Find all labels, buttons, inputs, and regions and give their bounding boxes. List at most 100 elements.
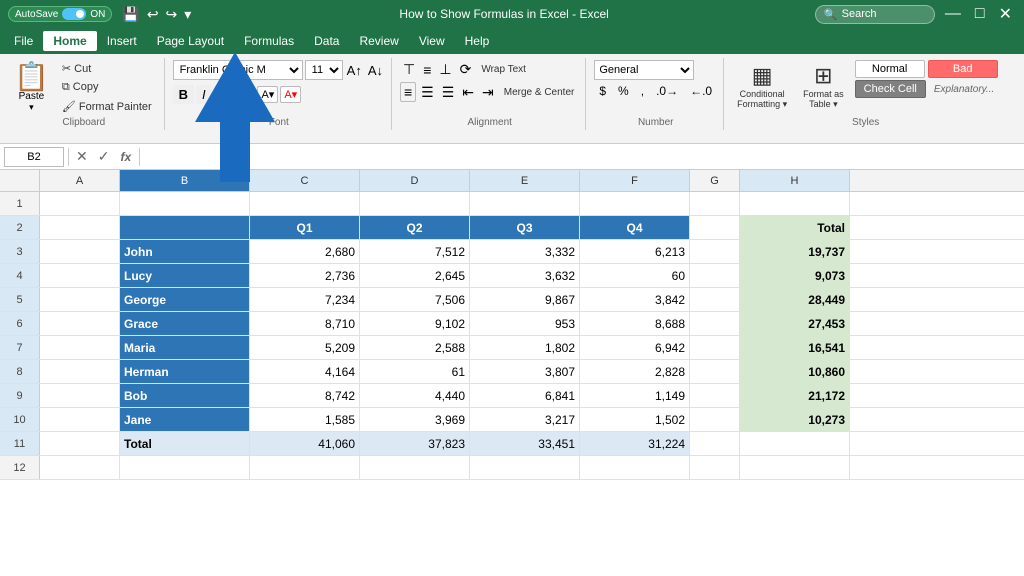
cell-b6[interactable]: Grace xyxy=(120,312,250,335)
cell-c7[interactable]: 5,209 xyxy=(250,336,360,359)
cell-f1[interactable] xyxy=(580,192,690,215)
cell-b3[interactable]: John xyxy=(120,240,250,263)
save-icon[interactable]: 💾 xyxy=(120,6,141,23)
font-size-select[interactable]: 11 xyxy=(305,60,343,80)
cell-a3[interactable] xyxy=(40,240,120,263)
autosave-toggle-switch[interactable] xyxy=(62,8,86,20)
col-header-f[interactable]: F xyxy=(580,170,690,191)
copy-button[interactable]: ⧉ Copy xyxy=(56,79,158,96)
formula-cancel-button[interactable]: ✕ xyxy=(73,148,91,165)
cell-g1[interactable] xyxy=(690,192,740,215)
menu-help[interactable]: Help xyxy=(455,31,500,51)
cell-e3[interactable]: 3,332 xyxy=(470,240,580,263)
cell-h9[interactable]: 21,172 xyxy=(740,384,850,407)
insert-function-button[interactable]: fx xyxy=(116,150,135,164)
cell-g9[interactable] xyxy=(690,384,740,407)
cell-a7[interactable] xyxy=(40,336,120,359)
cell-b10[interactable]: Jane xyxy=(120,408,250,431)
cell-d10[interactable]: 3,969 xyxy=(360,408,470,431)
paste-button[interactable]: 📋 Paste ▾ xyxy=(10,61,53,115)
cell-f11[interactable]: 31,224 xyxy=(580,432,690,455)
cell-e9[interactable]: 6,841 xyxy=(470,384,580,407)
cell-e12[interactable] xyxy=(470,456,580,479)
cell-d2[interactable]: Q2 xyxy=(360,216,470,239)
cell-c10[interactable]: 1,585 xyxy=(250,408,360,431)
col-header-b[interactable]: B xyxy=(120,170,250,191)
close-button[interactable]: ✕ xyxy=(995,4,1016,24)
cell-f12[interactable] xyxy=(580,456,690,479)
menu-formulas[interactable]: Formulas xyxy=(234,31,304,51)
format-painter-button[interactable]: 🖌 Format Painter xyxy=(56,98,158,115)
cell-b11[interactable]: Total xyxy=(120,432,250,455)
search-box[interactable]: 🔍 Search xyxy=(815,5,935,24)
align-middle-icon[interactable]: ≡ xyxy=(420,61,434,79)
cell-g11[interactable] xyxy=(690,432,740,455)
cell-c2[interactable]: Q1 xyxy=(250,216,360,239)
cell-a5[interactable] xyxy=(40,288,120,311)
cell-b8[interactable]: Herman xyxy=(120,360,250,383)
autosave-toggle[interactable]: AutoSave ON xyxy=(8,6,112,22)
font-name-select[interactable]: Franklin Gothic M xyxy=(173,60,303,80)
col-header-h[interactable]: H xyxy=(740,170,850,191)
cell-h1[interactable] xyxy=(740,192,850,215)
normal-style-button[interactable]: Normal xyxy=(855,60,925,78)
cell-c11[interactable]: 41,060 xyxy=(250,432,360,455)
cell-a10[interactable] xyxy=(40,408,120,431)
cell-b5[interactable]: George xyxy=(120,288,250,311)
cell-e2[interactable]: Q3 xyxy=(470,216,580,239)
cell-d4[interactable]: 2,645 xyxy=(360,264,470,287)
bold-button[interactable]: B xyxy=(173,85,194,104)
menu-view[interactable]: View xyxy=(409,31,455,51)
percent-button[interactable]: % xyxy=(613,82,634,100)
dropdown-icon[interactable]: ▾ xyxy=(182,6,193,23)
cell-e5[interactable]: 9,867 xyxy=(470,288,580,311)
format-as-table-button[interactable]: ⊞ Format asTable ▾ xyxy=(798,60,849,113)
cell-f5[interactable]: 3,842 xyxy=(580,288,690,311)
cell-reference-input[interactable] xyxy=(4,147,64,167)
cell-g12[interactable] xyxy=(690,456,740,479)
cell-c4[interactable]: 2,736 xyxy=(250,264,360,287)
cell-g7[interactable] xyxy=(690,336,740,359)
cell-a4[interactable] xyxy=(40,264,120,287)
font-size-increase-icon[interactable]: A↑ xyxy=(345,63,364,78)
cell-a6[interactable] xyxy=(40,312,120,335)
dollar-button[interactable]: $ xyxy=(594,82,611,100)
cell-g2[interactable] xyxy=(690,216,740,239)
cell-f4[interactable]: 60 xyxy=(580,264,690,287)
cell-f3[interactable]: 6,213 xyxy=(580,240,690,263)
align-bottom-icon[interactable]: ⊥ xyxy=(436,60,454,79)
cell-d6[interactable]: 9,102 xyxy=(360,312,470,335)
cell-a9[interactable] xyxy=(40,384,120,407)
cell-d3[interactable]: 7,512 xyxy=(360,240,470,263)
wrap-text-button[interactable]: Wrap Text xyxy=(476,62,531,77)
cell-c1[interactable] xyxy=(250,192,360,215)
explanatory-button[interactable]: Explanatory... xyxy=(929,80,999,98)
merge-center-button[interactable]: Merge & Center xyxy=(499,85,580,100)
restore-button[interactable]: □ xyxy=(971,5,989,23)
undo-icon[interactable]: ↩ xyxy=(145,6,161,23)
col-header-c[interactable]: C xyxy=(250,170,360,191)
cell-c5[interactable]: 7,234 xyxy=(250,288,360,311)
redo-icon[interactable]: ↪ xyxy=(164,6,180,23)
decimal-decrease-button[interactable]: ←.0 xyxy=(685,82,717,100)
italic-button[interactable]: I xyxy=(196,85,212,104)
formula-input[interactable] xyxy=(144,147,1020,167)
cell-e7[interactable]: 1,802 xyxy=(470,336,580,359)
cell-b9[interactable]: Bob xyxy=(120,384,250,407)
cell-e11[interactable]: 33,451 xyxy=(470,432,580,455)
cell-g6[interactable] xyxy=(690,312,740,335)
cell-c6[interactable]: 8,710 xyxy=(250,312,360,335)
cell-c8[interactable]: 4,164 xyxy=(250,360,360,383)
cell-f2[interactable]: Q4 xyxy=(580,216,690,239)
cell-d12[interactable] xyxy=(360,456,470,479)
cell-a11[interactable] xyxy=(40,432,120,455)
cell-b7[interactable]: Maria xyxy=(120,336,250,359)
decimal-increase-button[interactable]: .0→ xyxy=(651,82,683,100)
cell-h6[interactable]: 27,453 xyxy=(740,312,850,335)
paste-dropdown[interactable]: ▾ xyxy=(29,102,34,113)
cut-button[interactable]: ✂ Cut xyxy=(56,60,158,77)
menu-insert[interactable]: Insert xyxy=(97,31,147,51)
cell-g10[interactable] xyxy=(690,408,740,431)
underline-button[interactable]: U xyxy=(214,85,235,104)
menu-review[interactable]: Review xyxy=(349,31,408,51)
